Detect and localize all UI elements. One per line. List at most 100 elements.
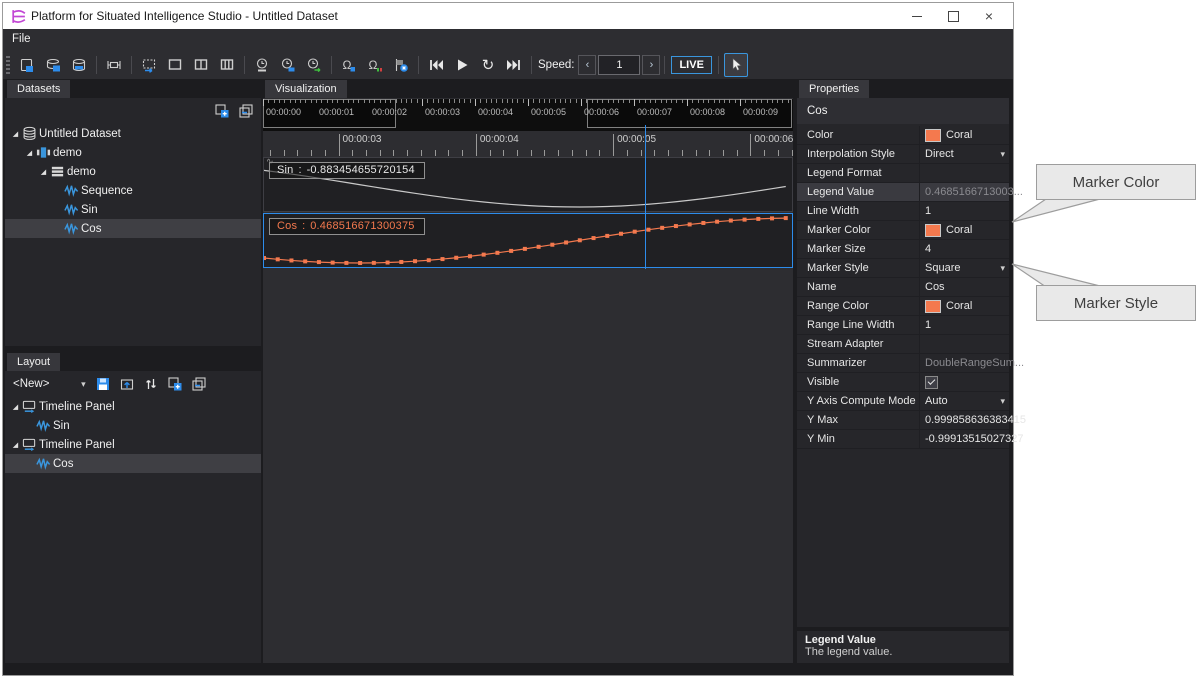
timeline-panel-sin[interactable]: ∿ Sin : -0.883454655720154 — [263, 156, 793, 212]
tab-datasets[interactable]: Datasets — [7, 80, 71, 98]
ruler-tick — [782, 99, 784, 103]
timing-relative-selection-start-icon — [307, 58, 321, 73]
collapse-all-button[interactable] — [235, 101, 257, 121]
expander-icon[interactable]: ◢ — [23, 149, 36, 157]
ruler-tick — [459, 99, 461, 103]
play-pause-button[interactable] — [450, 53, 474, 77]
property-value-range-line-width[interactable]: 1 — [919, 316, 1009, 334]
tab-visualization[interactable]: Visualization — [265, 80, 347, 98]
property-value-legend-format[interactable] — [919, 164, 1009, 182]
timing-relative-session-start-button[interactable] — [276, 53, 300, 77]
property-row-stream-adapter: Stream Adapter — [797, 335, 1009, 354]
property-value-y-axis-compute-mode[interactable]: Auto ▾ — [919, 392, 1009, 410]
property-value-range-color[interactable]: Coral — [919, 297, 1009, 315]
property-label: Legend Value — [807, 186, 875, 198]
close-button[interactable]: × — [971, 4, 1007, 28]
insert-timeline-panel-button[interactable] — [102, 53, 126, 77]
clear-selection-button[interactable] — [389, 53, 413, 77]
property-label: Marker Size — [807, 243, 866, 255]
property-value-marker-color[interactable]: Coral — [919, 221, 1009, 239]
ruler-tick — [695, 150, 697, 156]
timeline-panel-cos[interactable]: Cos : 0.468516671300375 — [263, 213, 793, 268]
toolbar-grip[interactable] — [6, 56, 10, 74]
expander-icon[interactable]: ◢ — [9, 130, 22, 138]
ruler-tick-major — [750, 134, 752, 156]
insert-1cell-instant-panel-button[interactable] — [137, 53, 161, 77]
expander-icon[interactable]: ◢ — [9, 403, 22, 411]
property-value-line-width[interactable]: 1 — [919, 202, 1009, 220]
open-store-button[interactable] — [15, 53, 39, 77]
timing-relative-selection-start-button[interactable] — [302, 53, 326, 77]
speed-input[interactable]: 1 — [598, 55, 641, 75]
collapse-all-button[interactable] — [188, 374, 210, 394]
stream-icon — [36, 456, 53, 471]
session-timeline-ruler[interactable]: 00:00:00 00:00:01 00:00:02 00:00:03 00:00:04… — [263, 99, 793, 131]
instant-panel-1col-button[interactable] — [163, 53, 187, 77]
chevron-down-icon[interactable]: ▾ — [1000, 396, 1005, 407]
zoom-to-session-extents-button[interactable]: Ω — [337, 53, 361, 77]
chevron-down-icon[interactable]: ▾ — [1000, 263, 1005, 274]
title-bar[interactable]: Platform for Situated Intelligence Studi… — [3, 3, 1013, 29]
sort-streams-button[interactable] — [140, 374, 162, 394]
toggle-repeat-button[interactable]: ↻ — [476, 53, 500, 77]
property-value-y-min[interactable]: -0.99913515027327 — [919, 430, 1023, 448]
layout-select-dropdown-button[interactable]: ▾ — [75, 375, 91, 393]
tree-item-demo[interactable]: ◢ demo — [5, 162, 261, 181]
instant-panel-2col-button[interactable] — [189, 53, 213, 77]
property-value-visible[interactable] — [919, 373, 1009, 391]
property-value-y-max[interactable]: 0.999858636383415 — [919, 411, 1026, 429]
tree-item-cos[interactable]: Cos — [5, 219, 261, 238]
property-value-marker-size[interactable]: 4 — [919, 240, 1009, 258]
property-label: Marker Color — [807, 224, 871, 236]
property-value-color[interactable]: Coral — [919, 126, 1009, 144]
save-layout-as-button[interactable] — [116, 374, 138, 394]
cursor-mode-button[interactable] — [723, 53, 748, 77]
expander-icon[interactable]: ◢ — [9, 441, 22, 449]
chevron-down-icon[interactable]: ▾ — [1000, 149, 1005, 160]
tree-item-cos[interactable]: Cos — [5, 454, 261, 473]
layout-tree: ◢ Timeline Panel Sin ◢ Timeline Panel Cos — [5, 397, 261, 663]
menu-file[interactable]: File — [3, 30, 40, 48]
property-value-marker-style[interactable]: Square ▾ — [919, 259, 1009, 277]
layout-toolbar: <New> ▾ — [5, 371, 261, 397]
datasets-tree: ◢ Untitled Dataset ◢ demo ◢ demo Sequence Sin Co… — [5, 124, 261, 346]
view-timeline-ruler[interactable]: 00:00:03 00:00:04 00:00:05 00:00:06 — [263, 131, 793, 157]
tree-item-timeline-panel[interactable]: ◢ Timeline Panel — [5, 435, 261, 454]
open-dataset-button[interactable] — [41, 53, 65, 77]
expand-all-button[interactable] — [164, 374, 186, 394]
save-dataset-button[interactable] — [67, 53, 91, 77]
property-value-stream-adapter[interactable] — [919, 335, 1009, 353]
layout-select[interactable]: <New> — [13, 378, 49, 390]
timeline-cursor[interactable] — [644, 125, 647, 269]
ruler-tick — [324, 150, 326, 156]
tab-layout[interactable]: Layout — [7, 353, 61, 371]
zoom-to-selection-button[interactable]: Ω — [363, 53, 387, 77]
ruler-tick — [787, 99, 789, 103]
property-value-name[interactable]: Cos — [919, 278, 1009, 296]
expand-all-button[interactable] — [211, 101, 233, 121]
tree-item-sequence[interactable]: Sequence — [5, 181, 261, 200]
ruler-label: 00:00:05 — [531, 107, 567, 117]
toggle-live-button[interactable]: LIVE — [671, 56, 712, 74]
decrease-speed-button[interactable]: ‹ — [578, 55, 597, 75]
ruler-tick — [649, 99, 651, 103]
expander-icon[interactable]: ◢ — [37, 168, 50, 176]
absolute-timing-button[interactable] — [250, 53, 274, 77]
property-row-range-color: Range Color Coral — [797, 297, 1009, 316]
tree-item-timeline-panel[interactable]: ◢ Timeline Panel — [5, 397, 261, 416]
save-layout-button[interactable] — [92, 374, 114, 394]
tree-item-sin[interactable]: Sin — [5, 416, 261, 435]
property-value-interpolation-style[interactable]: Direct ▾ — [919, 145, 1009, 163]
callout-marker-color: Marker Color — [1036, 164, 1196, 200]
tree-item-untitled-dataset[interactable]: ◢ Untitled Dataset — [5, 124, 261, 143]
instant-panel-3col-button[interactable] — [215, 53, 239, 77]
increase-speed-button[interactable]: › — [642, 55, 661, 75]
tree-item-demo[interactable]: ◢ demo — [5, 143, 261, 162]
minimize-button[interactable] — [899, 4, 935, 28]
tab-properties[interactable]: Properties — [799, 80, 870, 98]
tree-item-sin[interactable]: Sin — [5, 200, 261, 219]
visible-checkbox[interactable] — [925, 375, 938, 389]
maximize-button[interactable] — [935, 4, 971, 28]
move-to-selection-start-button[interactable] — [424, 53, 448, 77]
move-to-selection-end-button[interactable] — [502, 53, 526, 77]
